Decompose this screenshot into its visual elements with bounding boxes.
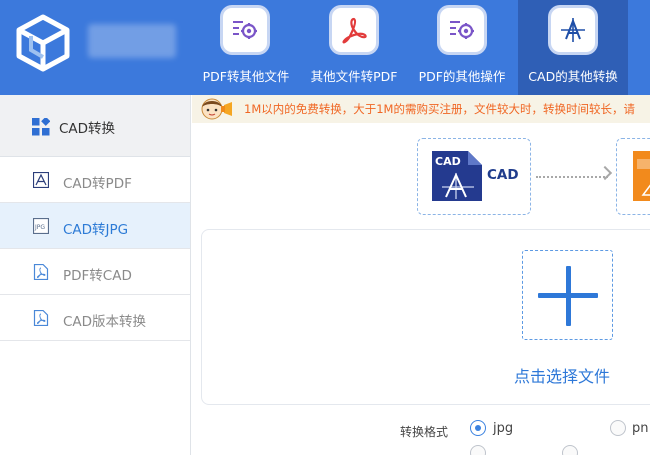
format-label: 转换格式 — [400, 425, 449, 439]
format-radio-row2-b[interactable] — [562, 445, 578, 455]
brand-name-blurred — [88, 24, 176, 58]
sidebar-item-cad-to-jpg[interactable]: JPG CAD转JPG — [0, 203, 190, 249]
pdf-icon — [329, 5, 379, 55]
pdf-file-icon — [33, 264, 49, 280]
gear-doc-icon — [437, 5, 487, 55]
sidebar-title: CAD转换 — [59, 121, 116, 137]
nav-other-to-pdf[interactable]: 其他文件转PDF — [302, 0, 406, 95]
nav-label: PDF转其他文件 — [202, 69, 290, 84]
cad-file-badge: CAD — [435, 155, 461, 168]
main-panel: CAD CAD 点击选择文件 转换格式 jpg pn — [192, 123, 650, 455]
pdf-file-icon — [33, 310, 49, 326]
nav-label: 其他文件转PDF — [310, 69, 398, 84]
jpg-file-icon: JPG — [33, 218, 49, 234]
format-radio-row2-a[interactable] — [470, 445, 486, 455]
sidebar-item-label: CAD版本转换 — [63, 314, 147, 330]
sidebar-header: CAD转换 — [0, 95, 190, 157]
format-selector: 转换格式 jpg pn — [192, 417, 650, 441]
sidebar-item-cad-version[interactable]: CAD版本转换 — [0, 295, 190, 341]
grid-icon — [32, 118, 50, 136]
format-option-label: jpg — [493, 421, 514, 436]
notice-text: 1M以内的免费转换，大于1M的需购买注册，文件较大时，转换时间较长，请 — [244, 102, 635, 116]
target-format-box — [616, 138, 650, 215]
cad-file-icon — [33, 172, 49, 188]
gear-doc-icon — [220, 5, 270, 55]
cad-icon — [548, 5, 598, 55]
nav-label: CAD的其他转换 — [528, 69, 618, 84]
notice-bar: 1M以内的免费转换，大于1M的需购买注册，文件较大时，转换时间较长，请 — [192, 95, 650, 123]
sidebar-item-label: CAD转JPG — [63, 222, 129, 238]
nav-pdf-other-ops[interactable]: PDF的其他操作 — [410, 0, 514, 95]
app-logo-icon — [16, 14, 70, 72]
format-radio-png[interactable] — [610, 420, 626, 436]
image-file-icon — [633, 151, 650, 201]
app-window: PDF转其他文件 其他文件转PDF PDF的其他操作 CAD的其他转换 CAD转… — [0, 0, 650, 455]
source-format-box: CAD CAD — [417, 138, 531, 215]
sidebar-item-cad-to-pdf[interactable]: CAD转PDF — [0, 157, 190, 203]
file-select-button[interactable] — [522, 250, 613, 340]
top-bar: PDF转其他文件 其他文件转PDF PDF的其他操作 CAD的其他转换 — [0, 0, 650, 95]
svg-text:JPG: JPG — [34, 224, 45, 231]
conversion-arrow — [536, 176, 608, 178]
nav-label: PDF的其他操作 — [418, 69, 506, 84]
mascot-icon — [201, 98, 232, 120]
sidebar: CAD转换 CAD转PDF JPG CAD转JPG PDF转CAD CAD版本转… — [0, 95, 191, 455]
format-option-label: pn — [632, 421, 649, 436]
nav-pdf-to-other[interactable]: PDF转其他文件 — [194, 0, 298, 95]
sidebar-item-pdf-to-cad[interactable]: PDF转CAD — [0, 249, 190, 295]
sidebar-item-label: CAD转PDF — [63, 176, 132, 192]
source-format-label: CAD — [487, 167, 519, 183]
sidebar-item-label: PDF转CAD — [63, 268, 132, 284]
select-file-label[interactable]: 点击选择文件 — [514, 363, 610, 387]
nav-cad-other[interactable]: CAD的其他转换 — [518, 0, 628, 95]
format-radio-jpg[interactable] — [470, 420, 486, 436]
